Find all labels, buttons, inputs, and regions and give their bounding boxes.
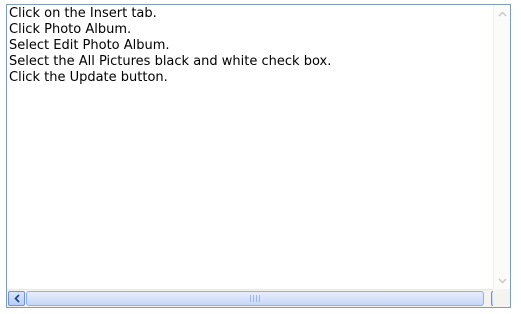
horizontal-scroll-thumb[interactable] [26,291,484,306]
scroll-down-button[interactable] [494,272,510,289]
instruction-line: Select the All Pictures black and white … [9,54,332,69]
chevron-down-icon [498,278,506,283]
instructions-content[interactable]: Click on the Insert tab. Click Photo Alb… [7,5,493,289]
horizontal-scrollbar[interactable] [7,289,510,307]
instruction-line: Click on the Insert tab. [9,6,157,21]
scrollbar-corner [493,289,510,307]
instructions-textarea[interactable]: Click on the Insert tab. Click Photo Alb… [6,4,511,308]
chevron-left-icon [13,294,20,303]
scroll-up-button[interactable] [494,5,510,22]
grip-icon [250,295,260,302]
instruction-line: Select Edit Photo Album. [9,38,170,53]
instruction-line: Click the Update button. [9,70,168,85]
chevron-up-icon [498,11,506,16]
scroll-left-button[interactable] [8,291,25,306]
vertical-scrollbar[interactable] [493,5,510,289]
instruction-line: Click Photo Album. [9,22,132,37]
